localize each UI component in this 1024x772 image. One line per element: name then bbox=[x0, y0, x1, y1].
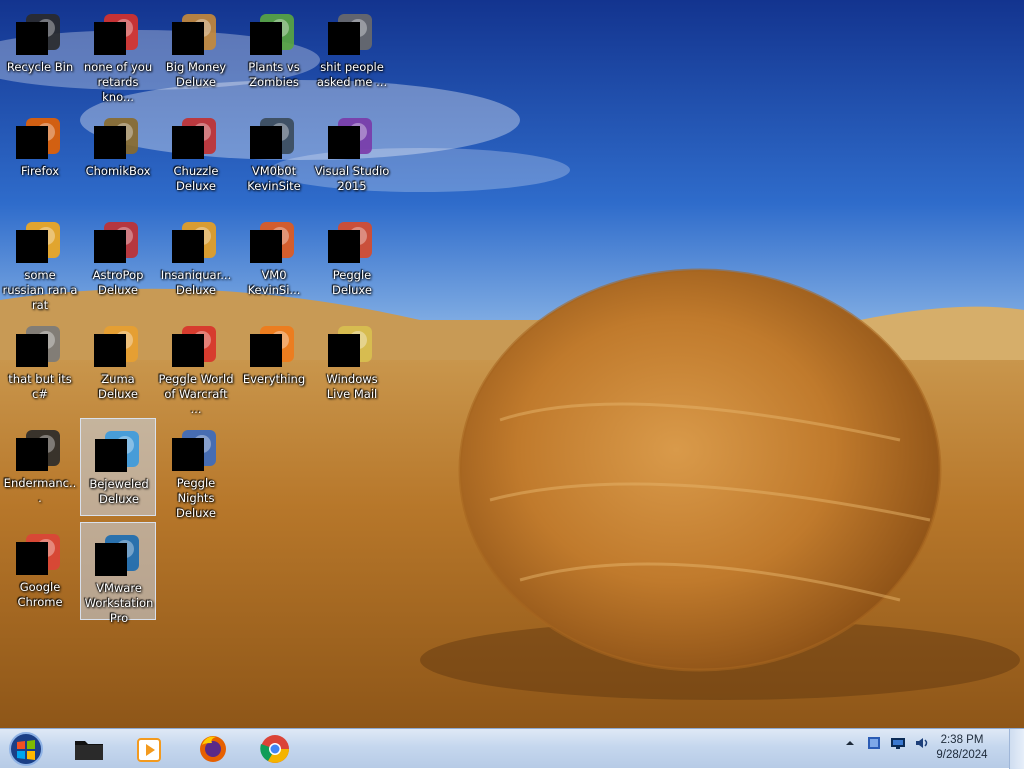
redaction-box bbox=[16, 542, 48, 575]
redaction-box bbox=[172, 22, 204, 55]
desktop-icon[interactable]: VM0 KevinSi... bbox=[236, 210, 312, 308]
desktop-icon[interactable]: that but its c# bbox=[2, 314, 78, 412]
desktop-icon[interactable]: Bejeweled Deluxe bbox=[80, 418, 156, 516]
desktop-icon[interactable]: VMware Workstation Pro bbox=[80, 522, 156, 625]
clock-time: 2:38 PM bbox=[940, 734, 984, 746]
desktop-icon[interactable]: Visual Studio 2015 bbox=[314, 106, 390, 204]
redaction-box bbox=[172, 438, 204, 471]
redaction-box bbox=[172, 334, 204, 367]
desktop-icon[interactable]: some russian ran a rat bbox=[2, 210, 78, 312]
desktop-icon[interactable]: Peggle Deluxe bbox=[314, 210, 390, 308]
desktop-icon[interactable]: Everything bbox=[236, 314, 312, 412]
redaction-box bbox=[172, 230, 204, 263]
desktop-icon[interactable]: VM0b0t KevinSite bbox=[236, 106, 312, 204]
desktop-icon[interactable]: Firefox bbox=[2, 106, 78, 204]
network-icon bbox=[891, 738, 905, 749]
desktop-icon[interactable]: Peggle World of Warcraft ... bbox=[158, 314, 234, 416]
redaction-box bbox=[94, 230, 126, 263]
desktop-icon-label: VM0 KevinSi... bbox=[247, 268, 301, 297]
desktop-icon-label: VM0b0t KevinSite bbox=[247, 164, 301, 193]
desktop-icon-label: Bejeweled Deluxe bbox=[89, 477, 149, 506]
redaction-box bbox=[328, 230, 360, 263]
show-hidden-icons-button[interactable] bbox=[842, 735, 858, 751]
desktop-icon-label: Zuma Deluxe bbox=[98, 372, 138, 401]
desktop-icon-label: Peggle World of Warcraft ... bbox=[158, 372, 234, 416]
redaction-box bbox=[16, 334, 48, 367]
redaction-box bbox=[328, 334, 360, 367]
desktop-icon-label: Firefox bbox=[20, 164, 60, 178]
file-explorer-taskbar-button[interactable] bbox=[72, 733, 106, 765]
desktop-icon[interactable]: Peggle Nights Deluxe bbox=[158, 418, 234, 520]
desktop-icon[interactable]: AstroPop Deluxe bbox=[80, 210, 156, 308]
desktop-icon-label: Google Chrome bbox=[17, 580, 63, 609]
redaction-box bbox=[250, 334, 282, 367]
redaction-box bbox=[94, 334, 126, 367]
taskbar: 2:38 PM 9/28/2024 bbox=[0, 728, 1024, 769]
desktop-icon-label: Peggle Deluxe bbox=[332, 268, 372, 297]
action-center-tray-button[interactable] bbox=[866, 735, 882, 751]
redaction-box bbox=[16, 126, 48, 159]
network-tray-button[interactable] bbox=[890, 735, 906, 751]
redaction-box bbox=[250, 126, 282, 159]
desktop-icon[interactable]: Recycle Bin bbox=[2, 2, 78, 100]
redaction-box bbox=[94, 126, 126, 159]
redaction-box bbox=[94, 22, 126, 55]
desktop-icon-label: Big Money Deluxe bbox=[165, 60, 227, 89]
firefox-taskbar-button[interactable] bbox=[196, 733, 230, 765]
desktop-icon[interactable]: shit people asked me ... bbox=[314, 2, 390, 100]
redaction-box bbox=[328, 22, 360, 55]
desktop-icon-label: VMware Workstation Pro bbox=[84, 581, 154, 625]
desktop-icon[interactable]: Chuzzle Deluxe bbox=[158, 106, 234, 204]
desktop-icon[interactable]: Insaniquar... Deluxe bbox=[158, 210, 234, 308]
desktop-icon-label: Insaniquar... Deluxe bbox=[160, 268, 232, 297]
desktop-icon-label: Windows Live Mail bbox=[326, 372, 378, 401]
redaction-box bbox=[328, 126, 360, 159]
redaction-box bbox=[16, 230, 48, 263]
redaction-box bbox=[16, 22, 48, 55]
firefox-icon bbox=[200, 736, 226, 762]
desktop-icon[interactable]: Windows Live Mail bbox=[314, 314, 390, 412]
flag-icon bbox=[868, 737, 880, 749]
desktop-icon[interactable]: Google Chrome bbox=[2, 522, 78, 620]
media-player-icon bbox=[137, 738, 161, 762]
desktop-icon-label: Everything bbox=[242, 372, 306, 386]
desktop-icon-label: Visual Studio 2015 bbox=[314, 164, 390, 193]
desktop-icon-label: shit people asked me ... bbox=[316, 60, 388, 89]
redaction-box bbox=[250, 22, 282, 55]
redaction-box bbox=[95, 439, 127, 472]
windows-orb-icon bbox=[9, 732, 43, 766]
media-player-taskbar-button[interactable] bbox=[132, 733, 166, 765]
redaction-box bbox=[16, 438, 48, 471]
desktop-icon-label: ChomikBox bbox=[85, 164, 151, 178]
start-button[interactable] bbox=[6, 730, 46, 768]
desktop-icon[interactable]: none of you retards kno... bbox=[80, 2, 156, 104]
system-clock[interactable]: 2:38 PM 9/28/2024 bbox=[924, 733, 1000, 763]
desktop-icon-label: Chuzzle Deluxe bbox=[173, 164, 219, 193]
chevron-up-icon bbox=[846, 741, 854, 745]
redaction-box bbox=[95, 543, 127, 576]
show-desktop-button[interactable] bbox=[1009, 729, 1024, 769]
chrome-taskbar-button[interactable] bbox=[258, 733, 292, 765]
desktop-icon-label: Plants vs Zombies bbox=[248, 60, 300, 89]
desktop-icon[interactable]: Zuma Deluxe bbox=[80, 314, 156, 412]
desktop-icon[interactable]: Endermanc... bbox=[2, 418, 78, 516]
desktop-icon-label: AstroPop Deluxe bbox=[92, 268, 144, 297]
clock-date: 9/28/2024 bbox=[936, 749, 988, 761]
desktop-icon[interactable]: ChomikBox bbox=[80, 106, 156, 204]
file-explorer-icon bbox=[75, 741, 103, 760]
desktop-icon[interactable]: Plants vs Zombies bbox=[236, 2, 312, 100]
desktop-icon-label: none of you retards kno... bbox=[83, 60, 153, 104]
redaction-box bbox=[250, 230, 282, 263]
desktop-icon-label: some russian ran a rat bbox=[2, 268, 78, 312]
redaction-box bbox=[172, 126, 204, 159]
desktop-icon-label: Recycle Bin bbox=[6, 60, 74, 74]
desktop-icon-label: Endermanc... bbox=[3, 476, 77, 505]
desktop-icon-label: Peggle Nights Deluxe bbox=[176, 476, 216, 520]
chrome-icon bbox=[260, 735, 289, 763]
desktop-icon-label: that but its c# bbox=[8, 372, 72, 401]
desktop-icon[interactable]: Big Money Deluxe bbox=[158, 2, 234, 100]
